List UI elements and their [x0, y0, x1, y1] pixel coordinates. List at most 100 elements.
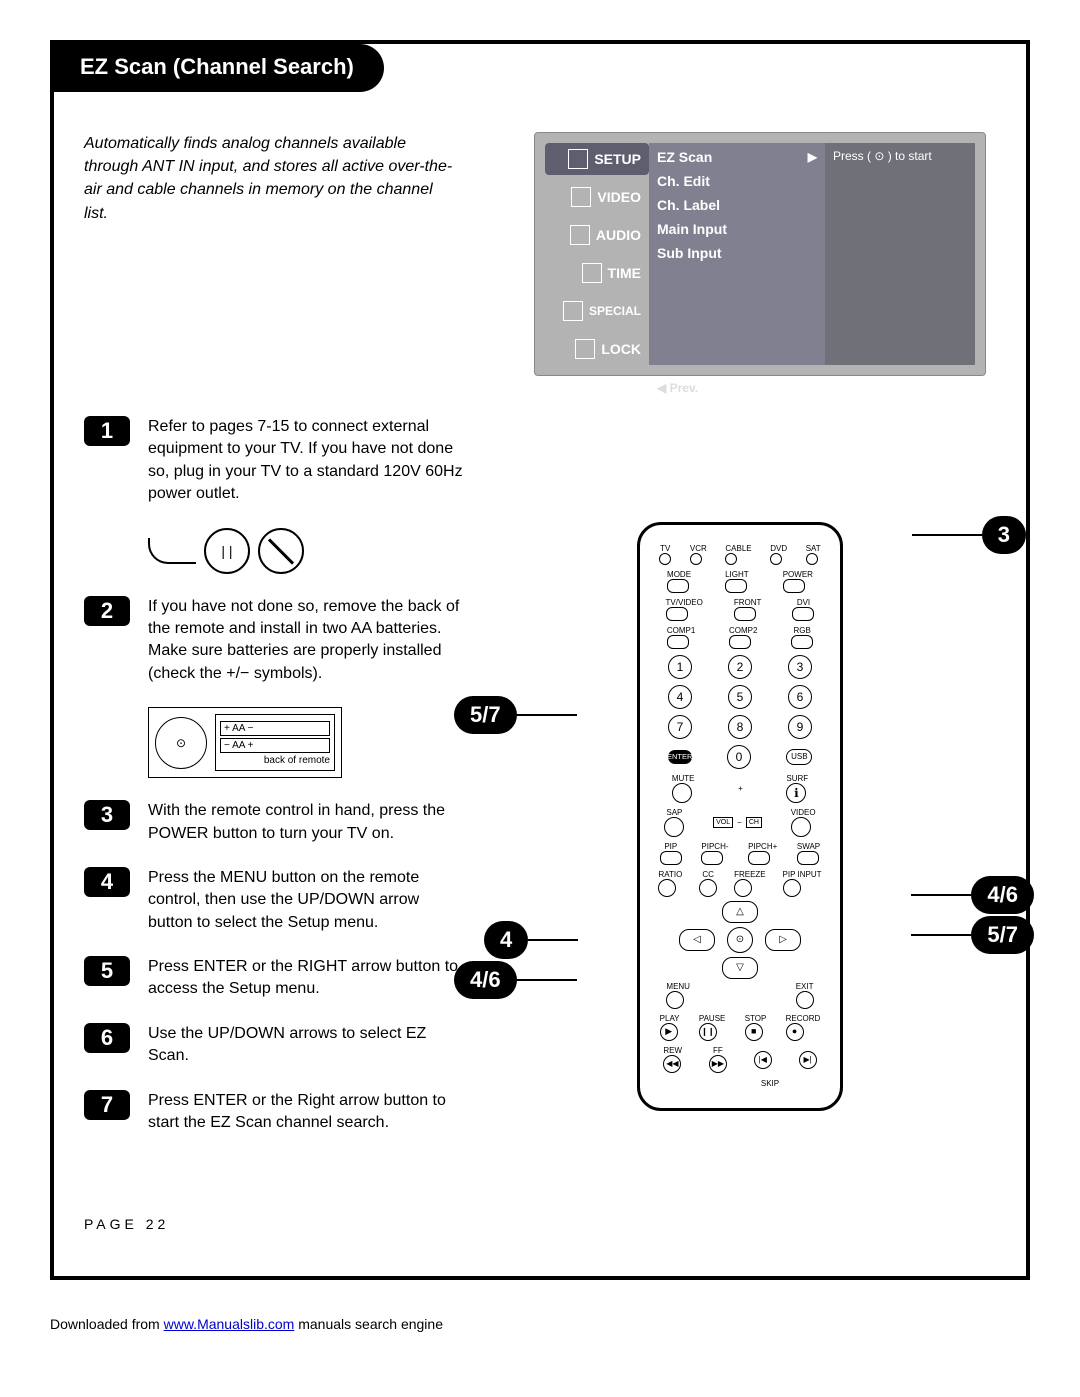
dpad: △ ▽ ◁ ▷ ⊙ [685, 905, 795, 975]
callout-3: 3 [982, 516, 1026, 554]
remote-label: RGB [793, 626, 810, 635]
lock-icon [575, 339, 595, 359]
ch-label: CH [746, 817, 762, 828]
skip-label: SKIP [710, 1079, 830, 1088]
footer-suffix: manuals search engine [298, 1316, 443, 1332]
keypad-btn: 7 [668, 715, 692, 739]
remote-label: CABLE [725, 544, 751, 553]
exit-label: EXIT [796, 982, 814, 991]
step-number: 6 [84, 1023, 130, 1053]
aa-label: back of remote [220, 755, 330, 766]
step-number: 5 [84, 956, 130, 986]
screen-icon [571, 187, 591, 207]
footer-prefix: Downloaded from [50, 1316, 164, 1332]
remote-label: CC [702, 870, 714, 879]
remote-label: TV [660, 544, 670, 553]
step-number: 1 [84, 416, 130, 446]
step-number: 3 [84, 800, 130, 830]
remote-label: MODE [667, 570, 691, 579]
remote-label: MUTE [672, 774, 695, 783]
remote-label: REW [663, 1046, 682, 1055]
keypad-btn: 4 [668, 685, 692, 709]
osd-tab-label: LOCK [601, 341, 641, 357]
remote-label: RATIO [658, 870, 682, 879]
outlet-illustration: | | [148, 528, 464, 574]
callout-4: 4 [484, 921, 528, 959]
osd-tab-label: SPECIAL [589, 304, 641, 318]
callout-5-7: 5/7 [454, 696, 517, 734]
keypad-btn: 9 [788, 715, 812, 739]
remote-label: SAT [806, 544, 821, 553]
step-text: Press ENTER or the Right arrow button to… [148, 1090, 464, 1135]
remote-label: VIDEO [791, 808, 816, 817]
remote-label: FF [713, 1046, 723, 1055]
remote-label: SWAP [797, 842, 820, 851]
remote-diagram: TV VCR CABLE DVD SAT MODE LIGHT POWER TV… [637, 522, 843, 1111]
osd-tab-setup: SETUP [545, 143, 649, 175]
osd-hint: Press ( ⊙ ) to start [825, 143, 975, 365]
step-number: 4 [84, 867, 130, 897]
speaker-icon [570, 225, 590, 245]
remote-label: RECORD [786, 1014, 821, 1023]
footer-link[interactable]: www.Manualslib.com [164, 1316, 295, 1332]
page-frame: EZ Scan (Channel Search) Automatically f… [50, 40, 1030, 1280]
osd-item: Main Input [657, 221, 817, 237]
remote-label: PIPCH- [701, 842, 728, 851]
download-footer: Downloaded from www.Manualslib.com manua… [0, 1300, 1080, 1332]
gear-icon [563, 301, 583, 321]
step-text: With the remote control in hand, press t… [148, 800, 464, 845]
remote-label: COMP1 [667, 626, 695, 635]
remote-label: TV/VIDEO [666, 598, 703, 607]
remote-label: POWER [783, 570, 813, 579]
step-text: Refer to pages 7-15 to connect external … [148, 416, 464, 506]
remote-label: SAP [666, 808, 682, 817]
keypad-btn: 3 [788, 655, 812, 679]
remote-label: DVD [770, 544, 787, 553]
osd-tab-label: SETUP [594, 151, 641, 167]
remote-label: FREEZE [734, 870, 766, 879]
battery-illustration: ⊙ + AA − − AA + back of remote [148, 707, 464, 778]
osd-tab-label: VIDEO [597, 189, 641, 205]
keypad-btn: 0 [727, 745, 751, 769]
callout-4-6: 4/6 [454, 961, 517, 999]
remote-label: PIP INPUT [783, 870, 822, 879]
step-number: 2 [84, 596, 130, 626]
osd-tab-special: SPECIAL [545, 295, 649, 327]
step-text: Use the UP/DOWN arrows to select EZ Scan… [148, 1023, 464, 1068]
intro-text: Automatically finds analog channels avai… [84, 132, 454, 225]
osd-item: EZ Scan [657, 149, 712, 165]
menu-label: MENU [666, 982, 690, 991]
step-text: Press the MENU button on the remote cont… [148, 867, 464, 934]
remote-label: SURF [786, 774, 808, 783]
osd-tab-time: TIME [545, 257, 649, 289]
remote-label: PIP [664, 842, 677, 851]
remote-label: COMP2 [729, 626, 757, 635]
keypad-btn: 5 [728, 685, 752, 709]
keypad-btn: 8 [728, 715, 752, 739]
keypad-btn: 6 [788, 685, 812, 709]
osd-item: Ch. Label [657, 197, 817, 213]
osd-tab-video: VIDEO [545, 181, 649, 213]
remote-label: PLAY [660, 1014, 680, 1023]
clock-icon [582, 263, 602, 283]
wrench-icon [568, 149, 588, 169]
step-text: If you have not done so, remove the back… [148, 596, 464, 686]
remote-label: DVI [797, 598, 810, 607]
page-number: PAGE 22 [84, 1216, 986, 1232]
remote-label: LIGHT [725, 570, 749, 579]
osd-menu-items: EZ Scan ▶ Ch. Edit Ch. Label Main Input … [649, 143, 825, 365]
step-text: Press ENTER or the RIGHT arrow button to… [148, 956, 464, 1001]
vol-label: VOL [713, 817, 733, 828]
page-title: EZ Scan (Channel Search) [50, 44, 384, 92]
callout-5-7: 5/7 [971, 916, 1034, 954]
keypad-btn: 1 [668, 655, 692, 679]
callout-4-6: 4/6 [971, 876, 1034, 914]
osd-item: Sub Input [657, 245, 817, 261]
remote-label: VCR [690, 544, 707, 553]
osd-tab-audio: AUDIO [545, 219, 649, 251]
remote-label: STOP [745, 1014, 767, 1023]
osd-tab-label: TIME [608, 265, 641, 281]
enter-btn: ENTER [668, 750, 692, 764]
right-arrow-icon: ▶ [808, 150, 817, 164]
usb-btn: USB [786, 749, 812, 765]
